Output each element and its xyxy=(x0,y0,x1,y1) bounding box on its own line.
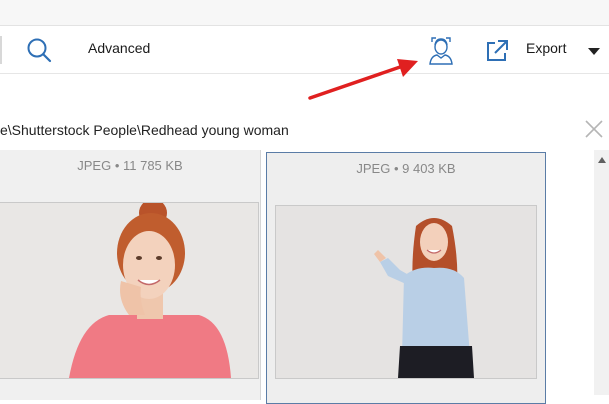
toolbar-separator xyxy=(0,36,2,64)
vertical-scrollbar[interactable] xyxy=(594,150,609,395)
close-button[interactable] xyxy=(583,118,605,140)
close-icon xyxy=(585,120,603,138)
file-info-label: JPEG • 9 403 KB xyxy=(356,161,456,176)
search-button[interactable] xyxy=(24,35,54,65)
advanced-search-button[interactable]: Advanced xyxy=(88,40,150,56)
thumbnail-grid: JPEG • 11 785 KB JPEG • 9 403 KB xyxy=(0,150,594,404)
caret-down-icon xyxy=(588,48,600,55)
scroll-up-icon[interactable] xyxy=(597,156,607,164)
export-button[interactable]: Export xyxy=(526,40,566,56)
window-top-strip xyxy=(0,0,609,26)
thumbnail-card-selected[interactable]: JPEG • 9 403 KB xyxy=(266,152,546,404)
export-icon[interactable] xyxy=(484,38,510,64)
folder-path: e\Shutterstock People\Redhead young woma… xyxy=(0,122,289,138)
annotation-arrow xyxy=(308,59,418,100)
thumbnail-card[interactable]: JPEG • 11 785 KB xyxy=(0,150,261,400)
export-dropdown-button[interactable] xyxy=(587,44,601,55)
search-icon xyxy=(27,38,52,63)
path-bar: e\Shutterstock People\Redhead young woma… xyxy=(0,110,609,148)
thumbnail-image[interactable] xyxy=(275,205,537,379)
thumbnail-image[interactable] xyxy=(0,202,259,379)
file-info-label: JPEG • 11 785 KB xyxy=(77,158,183,173)
